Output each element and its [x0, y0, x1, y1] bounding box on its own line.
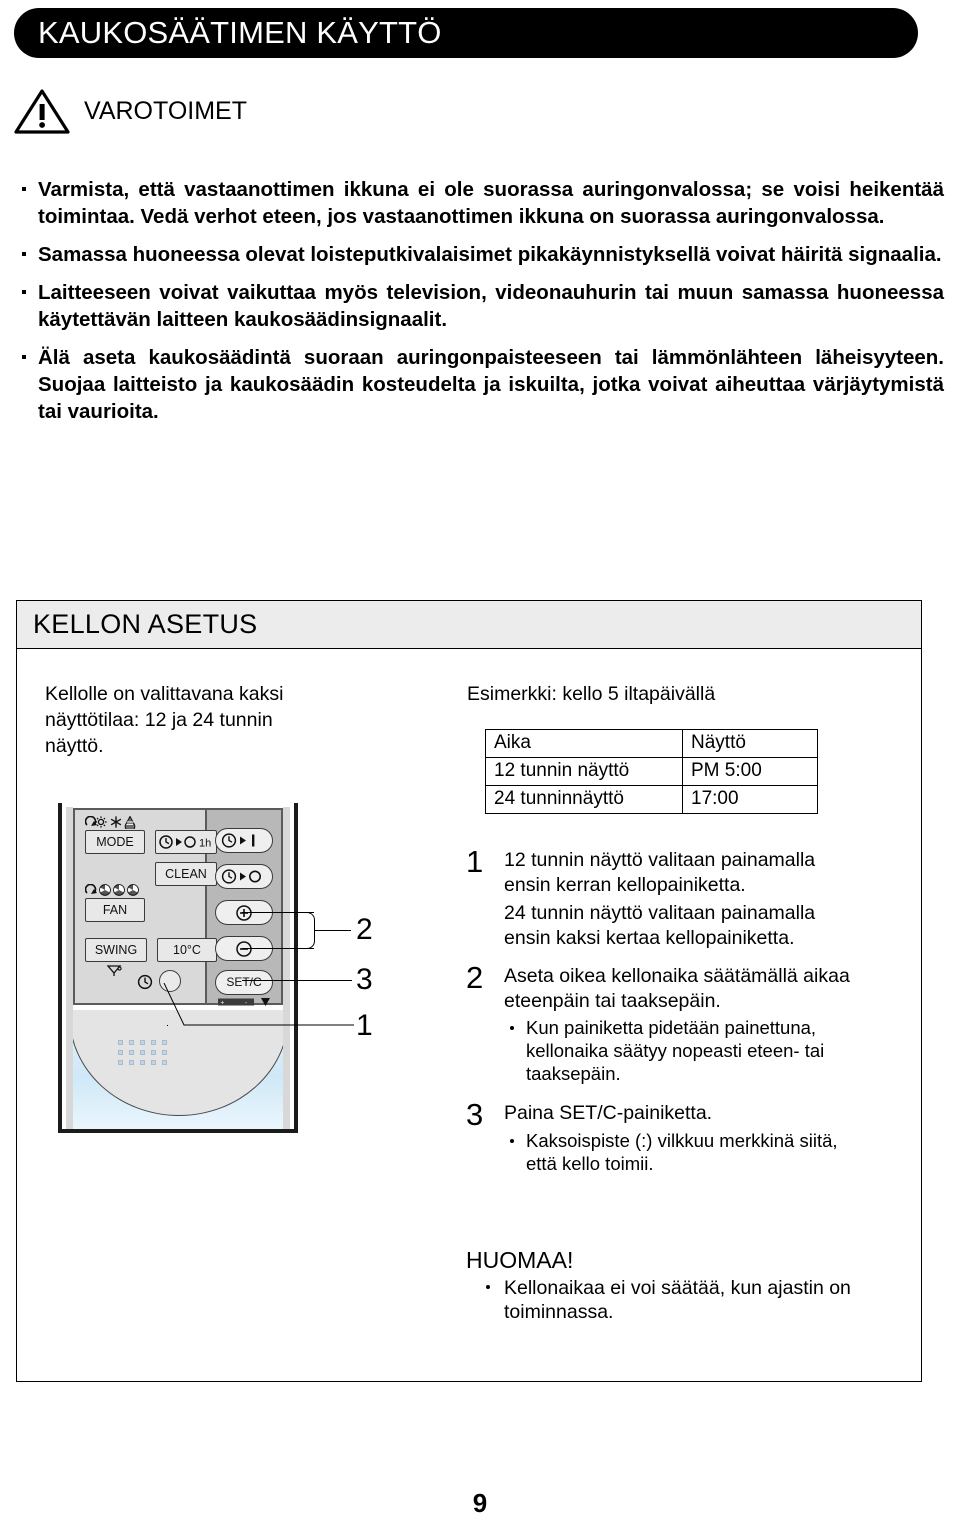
remote-keypad-dots	[118, 1040, 176, 1066]
timer-off-button[interactable]	[215, 864, 273, 889]
step-1-text-2: 24 tunnin näyttö valitaan painamalla ens…	[504, 902, 816, 949]
fan-med-icon	[113, 884, 125, 896]
leader-line-callout-2	[315, 930, 351, 931]
remote-bottom-edge	[58, 1129, 298, 1133]
warning-triangle-icon	[14, 89, 70, 134]
caution-item: Laitteeseen voivat vaikuttaa myös televi…	[16, 279, 944, 333]
water-drop-icon	[124, 815, 136, 832]
step-3-number: 3	[466, 1097, 484, 1132]
snowflake-icon	[110, 816, 122, 828]
table-cell: 17:00	[682, 785, 818, 814]
step-2-text: Aseta oikea kellonaika säätämällä aikaa …	[504, 965, 850, 1012]
clock-timer-on-icon	[221, 833, 255, 848]
table-header-cell: Näyttö	[682, 729, 818, 758]
fan-low-icon	[99, 884, 111, 896]
table-header-cell: Aika	[485, 729, 683, 758]
step-3-subnote: Kaksoispiste (:) vilkkuu merkkinä siitä,…	[504, 1129, 866, 1175]
caution-list: Varmista, että vastaanottimen ikkuna ei …	[16, 176, 944, 436]
step-1: 1 12 tunnin näyttö valitaan painamalla e…	[466, 844, 866, 950]
table-cell: PM 5:00	[682, 757, 818, 786]
timer-1h-button[interactable]: 1h	[155, 830, 217, 854]
table-header-row: Aika Näyttö	[485, 729, 818, 758]
swing-button[interactable]: SWING	[85, 938, 147, 962]
callout-number-2: 2	[356, 913, 373, 946]
temp-10c-button[interactable]: 10°C	[157, 938, 217, 962]
clock-timer-off-icon	[221, 869, 261, 884]
mode-icons	[84, 815, 136, 832]
example-caption: Esimerkki: kello 5 iltapäivällä	[467, 683, 716, 705]
step-2-subnote: Kun painiketta pidetään painettuna, kell…	[504, 1016, 866, 1085]
fan-high-icon	[127, 884, 139, 896]
callout-2-bracket	[299, 912, 315, 949]
section-header: KELLON ASETUS	[17, 601, 921, 649]
caution-item: Samassa huoneessa olevat loisteputkivala…	[16, 241, 944, 268]
caution-label: VAROTOIMET	[84, 97, 247, 125]
mode-button[interactable]: MODE	[85, 830, 145, 854]
table-row: 12 tunnin näyttö PM 5:00	[485, 757, 818, 786]
remote-inner-edge-right	[283, 807, 290, 1129]
page-number: 9	[472, 1488, 488, 1518]
clock-setting-steps: 1 12 tunnin näyttö valitaan painamalla e…	[466, 844, 866, 1183]
caution-item: Varmista, että vastaanottimen ikkuna ei …	[16, 176, 944, 230]
table-row: 24 tunninnäyttö 17:00	[485, 785, 818, 814]
remote-control-panel: MODE 1h CLEAN FAN SWING 10°C SET/C + -	[73, 808, 283, 1007]
auto-swirl-icon	[84, 815, 97, 826]
timer-1h-glyph: 1h	[159, 835, 211, 850]
minus-circle-icon	[236, 941, 252, 957]
table-cell: 24 tunninnäyttö	[485, 785, 683, 814]
auto-swirl-icon	[84, 883, 97, 894]
step-1-text: 12 tunnin näyttö valitaan painamalla ens…	[504, 849, 816, 896]
caution-item: Älä aseta kaukosäädintä suoraan auringon…	[16, 344, 944, 425]
clock-modes-description: Kellolle on valittavana kaksi näyttötila…	[45, 683, 284, 757]
leader-line-callout-1	[163, 983, 354, 1026]
clean-button[interactable]: CLEAN	[155, 862, 217, 886]
sun-icon	[95, 816, 107, 828]
clock-icon	[137, 974, 153, 990]
example-table: Aika Näyttö 12 tunnin näyttö PM 5:00 24 …	[485, 729, 818, 814]
page-title: KAUKOSÄÄTIMEN KÄYTTÖ	[38, 15, 442, 50]
section-title: KELLON ASETUS	[33, 609, 258, 639]
step-2-number: 2	[466, 960, 484, 995]
fan-button-label: FAN	[102, 903, 128, 917]
step-2: 2 Aseta oikea kellonaika säätämällä aika…	[466, 960, 866, 1085]
step-3: 3 Paina SET/C-painiketta. Kaksoispiste (…	[466, 1097, 866, 1175]
page-title-banner: KAUKOSÄÄTIMEN KÄYTTÖ	[14, 8, 918, 58]
fan-icons	[84, 883, 139, 896]
table-cell: 12 tunnin näyttö	[485, 757, 683, 786]
remote-inner-edge-left	[66, 807, 73, 1129]
timer-on-button[interactable]	[215, 828, 273, 853]
remote-control-illustration: MODE 1h CLEAN FAN SWING 10°C SET/C + - 2…	[44, 797, 444, 1142]
step-3-text: Paina SET/C-painiketta.	[504, 1102, 713, 1124]
step-1-number: 1	[466, 844, 484, 879]
note-block: HUOMAA! Kellonaikaa ei voi säätää, kun a…	[466, 1246, 866, 1324]
temp-10c-button-label: 10°C	[173, 943, 201, 957]
document-page: KAUKOSÄÄTIMEN KÄYTTÖ VAROTOIMET Varmista…	[0, 0, 960, 1540]
note-body: Kellonaikaa ei voi säätää, kun ajastin o…	[466, 1276, 866, 1324]
fan-button[interactable]: FAN	[85, 898, 145, 922]
callout-number-1: 1	[356, 1009, 373, 1042]
clean-button-label: CLEAN	[165, 867, 207, 881]
swing-button-label: SWING	[94, 943, 138, 957]
louver-icon	[106, 965, 122, 976]
note-title: HUOMAA!	[466, 1247, 574, 1273]
leader-line-callout-3	[242, 980, 352, 981]
svg-text:1h: 1h	[199, 838, 211, 850]
plus-circle-icon	[236, 905, 252, 921]
mode-button-label: MODE	[96, 835, 134, 849]
